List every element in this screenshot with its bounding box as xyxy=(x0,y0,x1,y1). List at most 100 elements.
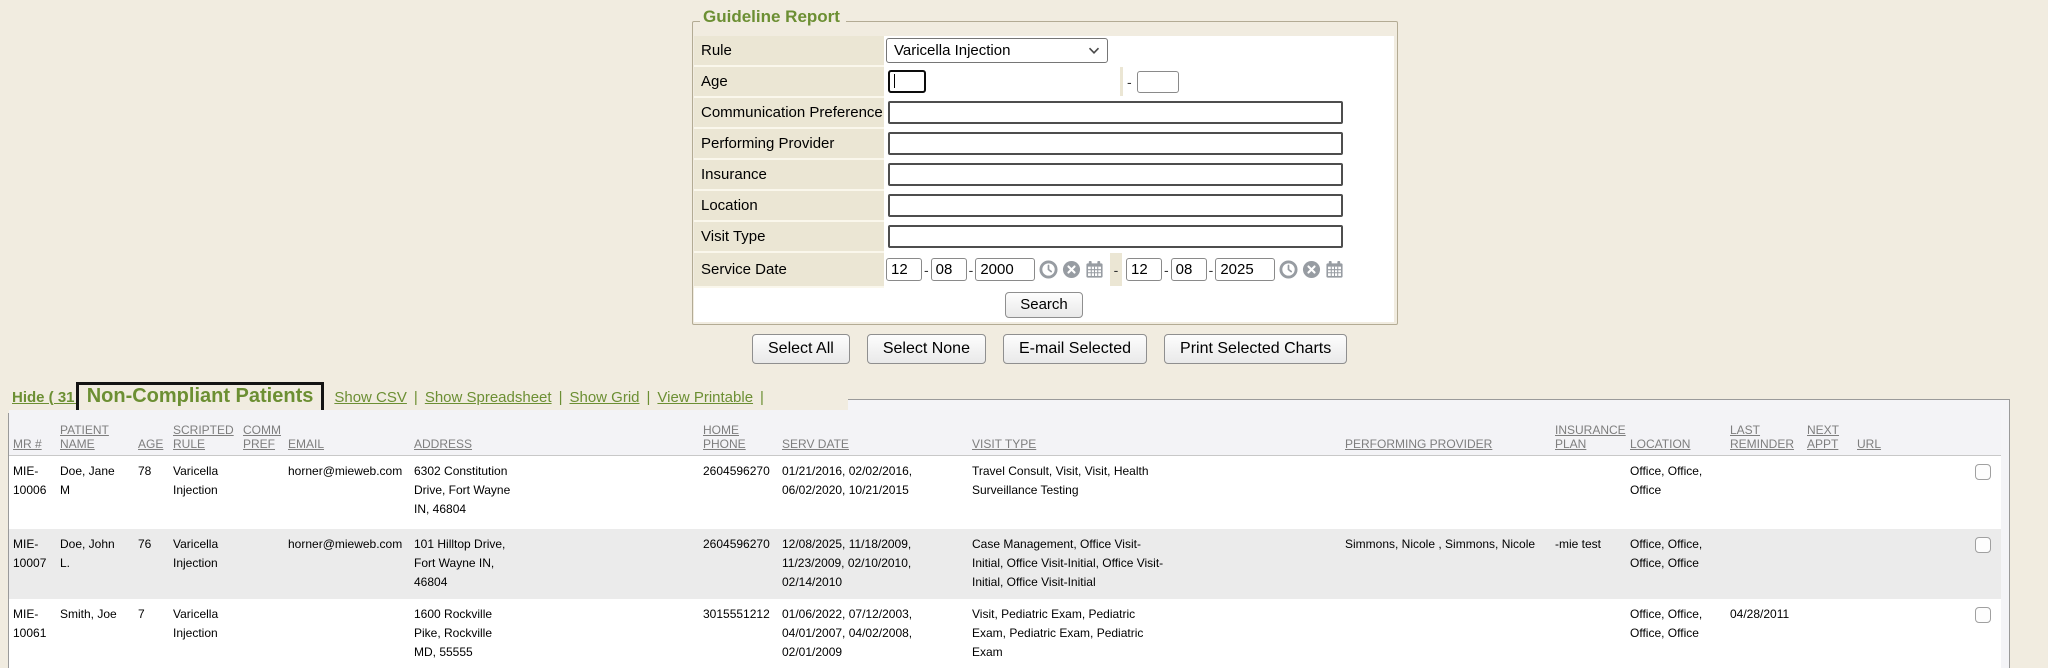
guideline-report-form: Rule Varicella Injection Age xyxy=(694,36,1394,322)
cell-next-appt xyxy=(1803,455,1853,529)
hide-results-link[interactable]: Hide ( 31 ) xyxy=(12,389,84,406)
performing-provider-input[interactable] xyxy=(888,132,1343,155)
location-input[interactable] xyxy=(888,194,1343,217)
date-field-separator: - xyxy=(924,262,929,278)
show-spreadsheet-link[interactable]: Show Spreadsheet xyxy=(425,389,552,406)
column-header-comm-pref[interactable]: COMMPREF xyxy=(239,410,284,455)
patients-table: MR # PATIENTNAME AGE SCRIPTEDRULE COMMPR… xyxy=(9,410,2001,668)
column-header-scripted-rule[interactable]: SCRIPTEDRULE xyxy=(169,410,239,455)
cell-insurance-plan xyxy=(1551,455,1626,529)
select-patient-checkbox[interactable] xyxy=(1975,464,1991,480)
insurance-row: Insurance xyxy=(694,160,1394,191)
age-to-input[interactable] xyxy=(1137,71,1179,93)
text-caret xyxy=(894,74,895,88)
performing-provider-label: Performing Provider xyxy=(694,129,884,160)
clear-icon[interactable] xyxy=(1062,260,1081,279)
cell-comm-pref xyxy=(239,599,284,668)
service-date-from-day-input[interactable] xyxy=(931,258,967,281)
service-date-label: Service Date xyxy=(694,253,884,288)
cell-email: horner@mieweb.com xyxy=(284,455,410,529)
column-header-email[interactable]: EMAIL xyxy=(284,410,410,455)
cell-patient-name: Doe, John L. xyxy=(56,529,134,599)
cell-address: 6302 Constitution Drive, Fort Wayne IN, … xyxy=(410,455,699,529)
cell-next-appt xyxy=(1803,599,1853,668)
cell-location: Office, Office, Office, Office xyxy=(1626,529,1726,599)
communication-preference-input[interactable] xyxy=(888,101,1343,124)
cell-serv-date: 01/21/2016, 02/02/2016, 06/02/2020, 10/2… xyxy=(778,455,968,529)
service-date-to-day-input[interactable] xyxy=(1171,258,1207,281)
cell-scripted-rule: Varicella Injection xyxy=(169,599,239,668)
column-header-patient-name[interactable]: PATIENTNAME xyxy=(56,410,134,455)
cell-age: 78 xyxy=(134,455,169,529)
location-row: Location xyxy=(694,191,1394,222)
show-grid-link[interactable]: Show Grid xyxy=(569,389,639,406)
column-header-visit-type[interactable]: VISIT TYPE xyxy=(968,410,1341,455)
service-date-from-month-input[interactable] xyxy=(886,258,922,281)
cell-location: Office, Office, Office, Office xyxy=(1626,599,1726,668)
calendar-icon[interactable] xyxy=(1085,260,1104,279)
cell-url xyxy=(1853,529,1971,599)
patient-row: MIE-10007 Doe, John L. 76 Varicella Inje… xyxy=(9,529,2001,599)
calendar-icon[interactable] xyxy=(1325,260,1344,279)
cell-visit-type: Case Management, Office Visit-Initial, O… xyxy=(968,529,1341,599)
email-selected-button[interactable]: E-mail Selected xyxy=(1003,334,1147,364)
column-header-home-phone[interactable]: HOMEPHONE xyxy=(699,410,778,455)
cell-select xyxy=(1971,599,2001,668)
show-csv-link[interactable]: Show CSV xyxy=(334,389,407,406)
select-none-button[interactable]: Select None xyxy=(867,334,986,364)
insurance-input[interactable] xyxy=(888,163,1343,186)
cell-age: 76 xyxy=(134,529,169,599)
cell-home-phone: 3015551212 xyxy=(699,599,778,668)
service-date-from-year-input[interactable] xyxy=(975,258,1035,281)
link-separator: | xyxy=(559,389,563,406)
age-label: Age xyxy=(694,67,884,98)
column-header-location[interactable]: LOCATION xyxy=(1626,410,1726,455)
column-header-last-reminder[interactable]: LASTREMINDER xyxy=(1726,410,1803,455)
column-header-age[interactable]: AGE xyxy=(134,410,169,455)
clear-icon[interactable] xyxy=(1302,260,1321,279)
column-header-serv-date[interactable]: SERV DATE xyxy=(778,410,968,455)
cell-address: 1600 Rockville Pike, Rockville MD, 55555 xyxy=(410,599,699,668)
cell-comm-pref xyxy=(239,529,284,599)
search-button[interactable]: Search xyxy=(1005,292,1083,319)
guideline-report-legend: Guideline Report xyxy=(700,7,846,27)
link-separator: | xyxy=(647,389,651,406)
cell-age: 7 xyxy=(134,599,169,668)
select-patient-checkbox[interactable] xyxy=(1975,537,1991,553)
cell-patient-name: Doe, Jane M xyxy=(56,455,134,529)
chevron-down-icon xyxy=(1088,47,1100,55)
date-field-separator: - xyxy=(1164,262,1169,278)
column-header-address[interactable]: ADDRESS xyxy=(410,410,699,455)
print-selected-charts-button[interactable]: Print Selected Charts xyxy=(1164,334,1347,364)
cell-visit-type: Travel Consult, Visit, Visit, Health Sur… xyxy=(968,455,1341,529)
cell-patient-name: Smith, Joe xyxy=(56,599,134,668)
select-patient-checkbox[interactable] xyxy=(1975,607,1991,623)
column-header-checkbox xyxy=(1971,410,2001,455)
column-header-performing-provider[interactable]: PERFORMING PROVIDER xyxy=(1341,410,1551,455)
age-range-separator: - xyxy=(1127,74,1132,90)
link-separator: | xyxy=(760,389,764,406)
cell-comm-pref xyxy=(239,455,284,529)
rule-row: Rule Varicella Injection xyxy=(694,36,1394,67)
clock-icon[interactable] xyxy=(1039,260,1058,279)
service-date-to-month-input[interactable] xyxy=(1126,258,1162,281)
communication-preference-row: Communication Preference xyxy=(694,98,1394,129)
cell-address: 101 Hilltop Drive, Fort Wayne IN, 46804 xyxy=(410,529,699,599)
cell-insurance-plan: -mie test xyxy=(1551,529,1626,599)
location-label: Location xyxy=(694,191,884,222)
view-printable-link[interactable]: View Printable xyxy=(657,389,753,406)
service-date-to-year-input[interactable] xyxy=(1215,258,1275,281)
rule-select[interactable]: Varicella Injection xyxy=(886,38,1108,63)
column-header-next-appt[interactable]: NEXTAPPT xyxy=(1803,410,1853,455)
select-all-button[interactable]: Select All xyxy=(752,334,850,364)
column-header-insurance-plan[interactable]: INSURANCEPLAN xyxy=(1551,410,1626,455)
results-title-box: Non-Compliant Patients xyxy=(76,382,325,413)
column-header-url[interactable]: URL xyxy=(1853,410,1971,455)
cell-performing-provider: Simmons, Nicole , Simmons, Nicole xyxy=(1341,529,1551,599)
cell-performing-provider xyxy=(1341,599,1551,668)
visit-type-input[interactable] xyxy=(888,225,1343,248)
cell-last-reminder: 04/28/2011 xyxy=(1726,599,1803,668)
clock-icon[interactable] xyxy=(1279,260,1298,279)
results-legend: Hide ( 31 ) Non-Compliant Patients Show … xyxy=(8,381,848,413)
column-header-mr[interactable]: MR # xyxy=(9,410,56,455)
